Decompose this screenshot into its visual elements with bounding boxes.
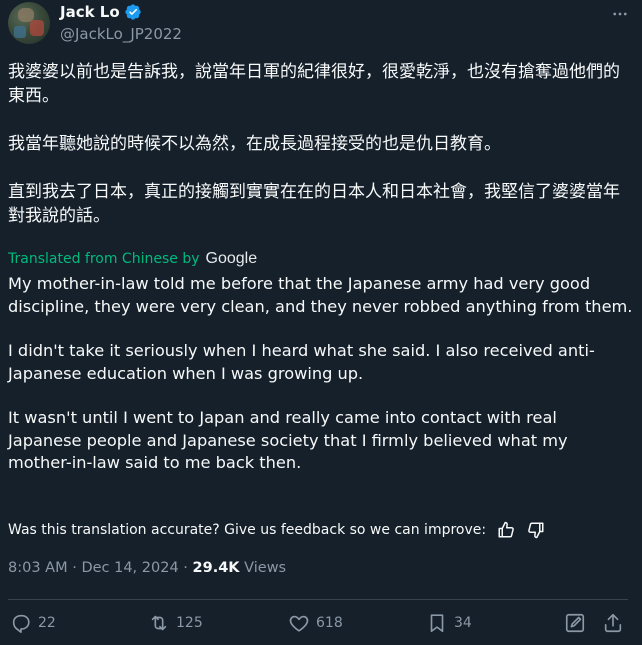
tweet-original-text: 我婆婆以前也是告訴我，說當年日軍的紀律很好，很愛乾淨，也沒有搶奪過他們的東西。 …: [8, 60, 628, 228]
share-button[interactable]: [602, 612, 624, 634]
author-handle[interactable]: @JackLo_JP2022: [60, 25, 182, 43]
reply-count: 22: [38, 615, 56, 631]
meta-separator: ·: [183, 560, 188, 576]
avatar-detail: [14, 26, 26, 38]
repost-count: 125: [176, 615, 203, 631]
bookmark-count: 34: [454, 615, 472, 631]
heart-icon: [289, 615, 309, 632]
avatar[interactable]: [8, 2, 50, 44]
feedback-prompt: Was this translation accurate? Give us f…: [8, 522, 487, 538]
google-logo: Google: [205, 250, 258, 267]
original-paragraph: 我婆婆以前也是告訴我，說當年日軍的紀律很好，很愛乾淨，也沒有搶奪過他們的東西。: [8, 62, 620, 106]
translation-paragraph: It wasn't until I went to Japan and real…: [8, 408, 568, 472]
more-button[interactable]: [608, 2, 632, 26]
reply-button[interactable]: 22: [10, 612, 56, 634]
divider: [8, 599, 628, 600]
translation-feedback: Was this translation accurate? Give us f…: [8, 520, 546, 540]
tweet-time[interactable]: 8:03 AM: [8, 560, 68, 576]
translated-by-label[interactable]: Translated from Chinese by Google: [8, 250, 257, 268]
like-button[interactable]: 618: [288, 612, 343, 634]
reply-icon: [12, 614, 30, 633]
author-name-row[interactable]: Jack Lo: [60, 3, 142, 21]
avatar-detail: [30, 20, 44, 36]
action-bar: 22 125 618 34: [10, 612, 630, 640]
views-count: 29.4K: [192, 560, 240, 576]
original-paragraph: 直到我去了日本，真正的接觸到實實在在的日本人和日本社會，我堅信了婆婆當年對我說的…: [8, 182, 620, 226]
edit-button[interactable]: [564, 612, 586, 634]
bookmark-button[interactable]: 34: [426, 612, 472, 634]
translated-from-text: Translated from Chinese by: [8, 251, 200, 267]
more-horizontal-icon: [613, 12, 627, 16]
meta-separator: ·: [72, 560, 77, 576]
thumbs-down-icon: [528, 522, 544, 539]
views-label: Views: [244, 560, 287, 576]
thumbs-up-button[interactable]: [496, 520, 516, 540]
translation-paragraph: My mother-in-law told me before that the…: [8, 274, 633, 316]
thumbs-down-button[interactable]: [526, 520, 546, 540]
edit-icon: [565, 613, 585, 633]
translation-paragraph: I didn't take it seriously when I heard …: [8, 341, 595, 383]
author-display-name[interactable]: Jack Lo: [60, 3, 120, 21]
verified-badge-icon: [124, 4, 141, 20]
bookmark-icon: [430, 614, 444, 633]
share-icon: [604, 613, 622, 633]
like-count: 618: [316, 615, 343, 631]
tweet-date[interactable]: Dec 14, 2024: [81, 560, 178, 576]
thumbs-up-icon: [498, 521, 514, 538]
original-paragraph: 我當年聽她說的時候不以為然，在成長過程接受的也是仇日教育。: [8, 134, 501, 154]
tweet-translation-text: My mother-in-law told me before that the…: [8, 273, 634, 475]
tweet-meta: 8:03 AM · Dec 14, 2024 · 29.4K Views: [8, 560, 286, 576]
repost-icon: [151, 615, 167, 631]
repost-button[interactable]: 125: [148, 612, 203, 634]
